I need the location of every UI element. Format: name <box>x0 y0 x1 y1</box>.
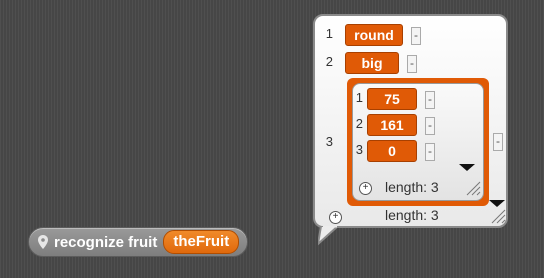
list-item-1[interactable]: round <box>345 24 403 46</box>
nested-list-cell[interactable]: 1 75 - 2 161 - 3 0 - + length: 3 <box>347 78 489 206</box>
list-index-3: 3 <box>325 134 333 149</box>
add-subitem-button[interactable]: + <box>359 182 372 195</box>
variable-the-fruit[interactable]: theFruit <box>163 230 240 254</box>
scroll-down-icon[interactable] <box>459 164 475 171</box>
sublist-item-2[interactable]: 161 <box>367 114 417 136</box>
add-item-button[interactable]: + <box>329 211 342 224</box>
sublist-index-1: 1 <box>355 90 363 105</box>
recognize-fruit-block[interactable]: recognize fruit theFruit <box>28 227 249 257</box>
nested-list-watcher: 1 75 - 2 161 - 3 0 - + length: 3 <box>352 83 484 201</box>
sublist-index-3: 3 <box>355 142 363 157</box>
remove-item-1-button[interactable]: - <box>411 27 421 45</box>
remove-item-3-button[interactable]: - <box>493 133 503 151</box>
resize-grip-icon[interactable] <box>490 208 506 224</box>
scroll-down-icon[interactable] <box>489 200 505 207</box>
list-index-2: 2 <box>325 54 333 69</box>
remove-item-2-button[interactable]: - <box>407 55 417 73</box>
remove-subitem-2-button[interactable]: - <box>425 117 435 135</box>
remove-subitem-1-button[interactable]: - <box>425 91 435 109</box>
location-pin-icon <box>38 235 48 249</box>
remove-subitem-3-button[interactable]: - <box>425 143 435 161</box>
sublist-length-label: length: 3 <box>385 179 439 195</box>
block-label: recognize fruit <box>54 233 158 251</box>
result-bubble: 1 round - 2 big - 3 1 75 - 2 161 - 3 0 -… <box>313 14 508 228</box>
sublist-item-1[interactable]: 75 <box>367 88 417 110</box>
list-length-label: length: 3 <box>385 207 439 223</box>
list-item-2[interactable]: big <box>345 52 399 74</box>
list-index-1: 1 <box>325 26 333 41</box>
bubble-tail <box>318 226 340 246</box>
resize-grip-icon[interactable] <box>465 180 481 196</box>
sublist-item-3[interactable]: 0 <box>367 140 417 162</box>
sublist-index-2: 2 <box>355 116 363 131</box>
